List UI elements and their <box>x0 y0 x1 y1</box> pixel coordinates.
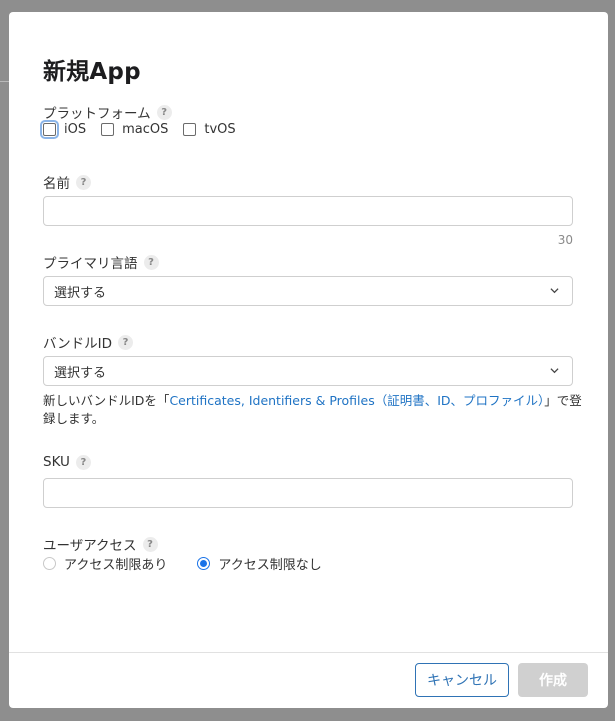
bundle-id-help-icon[interactable]: ? <box>118 334 134 350</box>
platform-option-ios[interactable]: iOS <box>40 120 87 139</box>
macos-label: macOS <box>122 122 169 137</box>
primary-language-help-icon[interactable]: ? <box>143 254 159 270</box>
sku-label: SKU <box>43 454 70 470</box>
sku-label-row: SKU ? <box>43 454 91 470</box>
sku-help-icon[interactable]: ? <box>75 454 91 470</box>
create-button[interactable]: 作成 <box>518 663 588 697</box>
name-label: 名前 <box>43 176 70 192</box>
access-unrestricted-label: アクセス制限なし <box>218 558 322 573</box>
dialog-title: 新規App <box>43 59 141 85</box>
primary-language-select[interactable]: 選択する <box>43 276 573 306</box>
chevron-down-icon <box>550 368 559 374</box>
platform-option-macos[interactable]: macOS <box>101 122 168 137</box>
access-restricted-option[interactable]: アクセス制限あり <box>43 554 167 573</box>
user-access-label-row: ユーザアクセス ? <box>43 534 158 554</box>
name-help-icon[interactable]: ? <box>76 174 91 190</box>
access-unrestricted-radio[interactable] <box>197 557 211 570</box>
platform-help-icon[interactable]: ? <box>156 104 172 120</box>
primary-language-label-row: プライマリ言語 ? <box>43 252 159 272</box>
access-restricted-label: アクセス制限あり <box>64 558 168 573</box>
primary-language-label: プライマリ言語 <box>43 256 138 272</box>
platform-label: プラットフォーム <box>43 106 151 122</box>
name-input[interactable] <box>43 196 573 226</box>
user-access-radios: アクセス制限あり アクセス制限なし <box>43 554 352 573</box>
name-label-row: 名前 ? <box>43 172 91 192</box>
user-access-label: ユーザアクセス <box>43 538 137 554</box>
platform-label-row: プラットフォーム ? <box>43 102 172 122</box>
chevron-down-icon <box>550 288 559 294</box>
footer-divider <box>9 652 608 653</box>
access-unrestricted-option[interactable]: アクセス制限なし <box>197 554 322 573</box>
name-char-counter: 30 <box>557 233 573 247</box>
sku-input[interactable] <box>43 478 573 508</box>
bundle-id-label: バンドルID <box>43 336 113 352</box>
certificates-link[interactable]: Certificates, Identifiers & Profiles（証明書… <box>169 393 544 408</box>
tvos-checkbox[interactable] <box>183 123 197 136</box>
ios-checkbox[interactable] <box>40 120 59 139</box>
bundle-id-label-row: バンドルID ? <box>43 332 134 352</box>
bundle-id-value: 選択する <box>54 365 107 381</box>
user-access-help-icon[interactable]: ? <box>142 536 158 552</box>
bundle-id-select[interactable]: 選択する <box>43 356 573 386</box>
macos-checkbox[interactable] <box>101 123 115 136</box>
new-app-dialog: 新規App プラットフォーム ? iOS macOS tvOS 名前 ? 30 … <box>9 12 608 708</box>
cancel-button[interactable]: キャンセル <box>415 663 509 697</box>
platform-checkboxes: iOS macOS tvOS <box>40 120 251 139</box>
access-restricted-radio[interactable] <box>43 557 56 570</box>
primary-language-value: 選択する <box>54 285 107 301</box>
note-prefix: 新しいバンドルIDを「 <box>43 393 170 408</box>
bundle-id-note: 新しいバンドルIDを「Certificates, Identifiers & P… <box>43 392 583 428</box>
ios-label: iOS <box>64 122 87 137</box>
platform-option-tvos[interactable]: tvOS <box>183 122 236 137</box>
tvos-label: tvOS <box>204 122 236 137</box>
